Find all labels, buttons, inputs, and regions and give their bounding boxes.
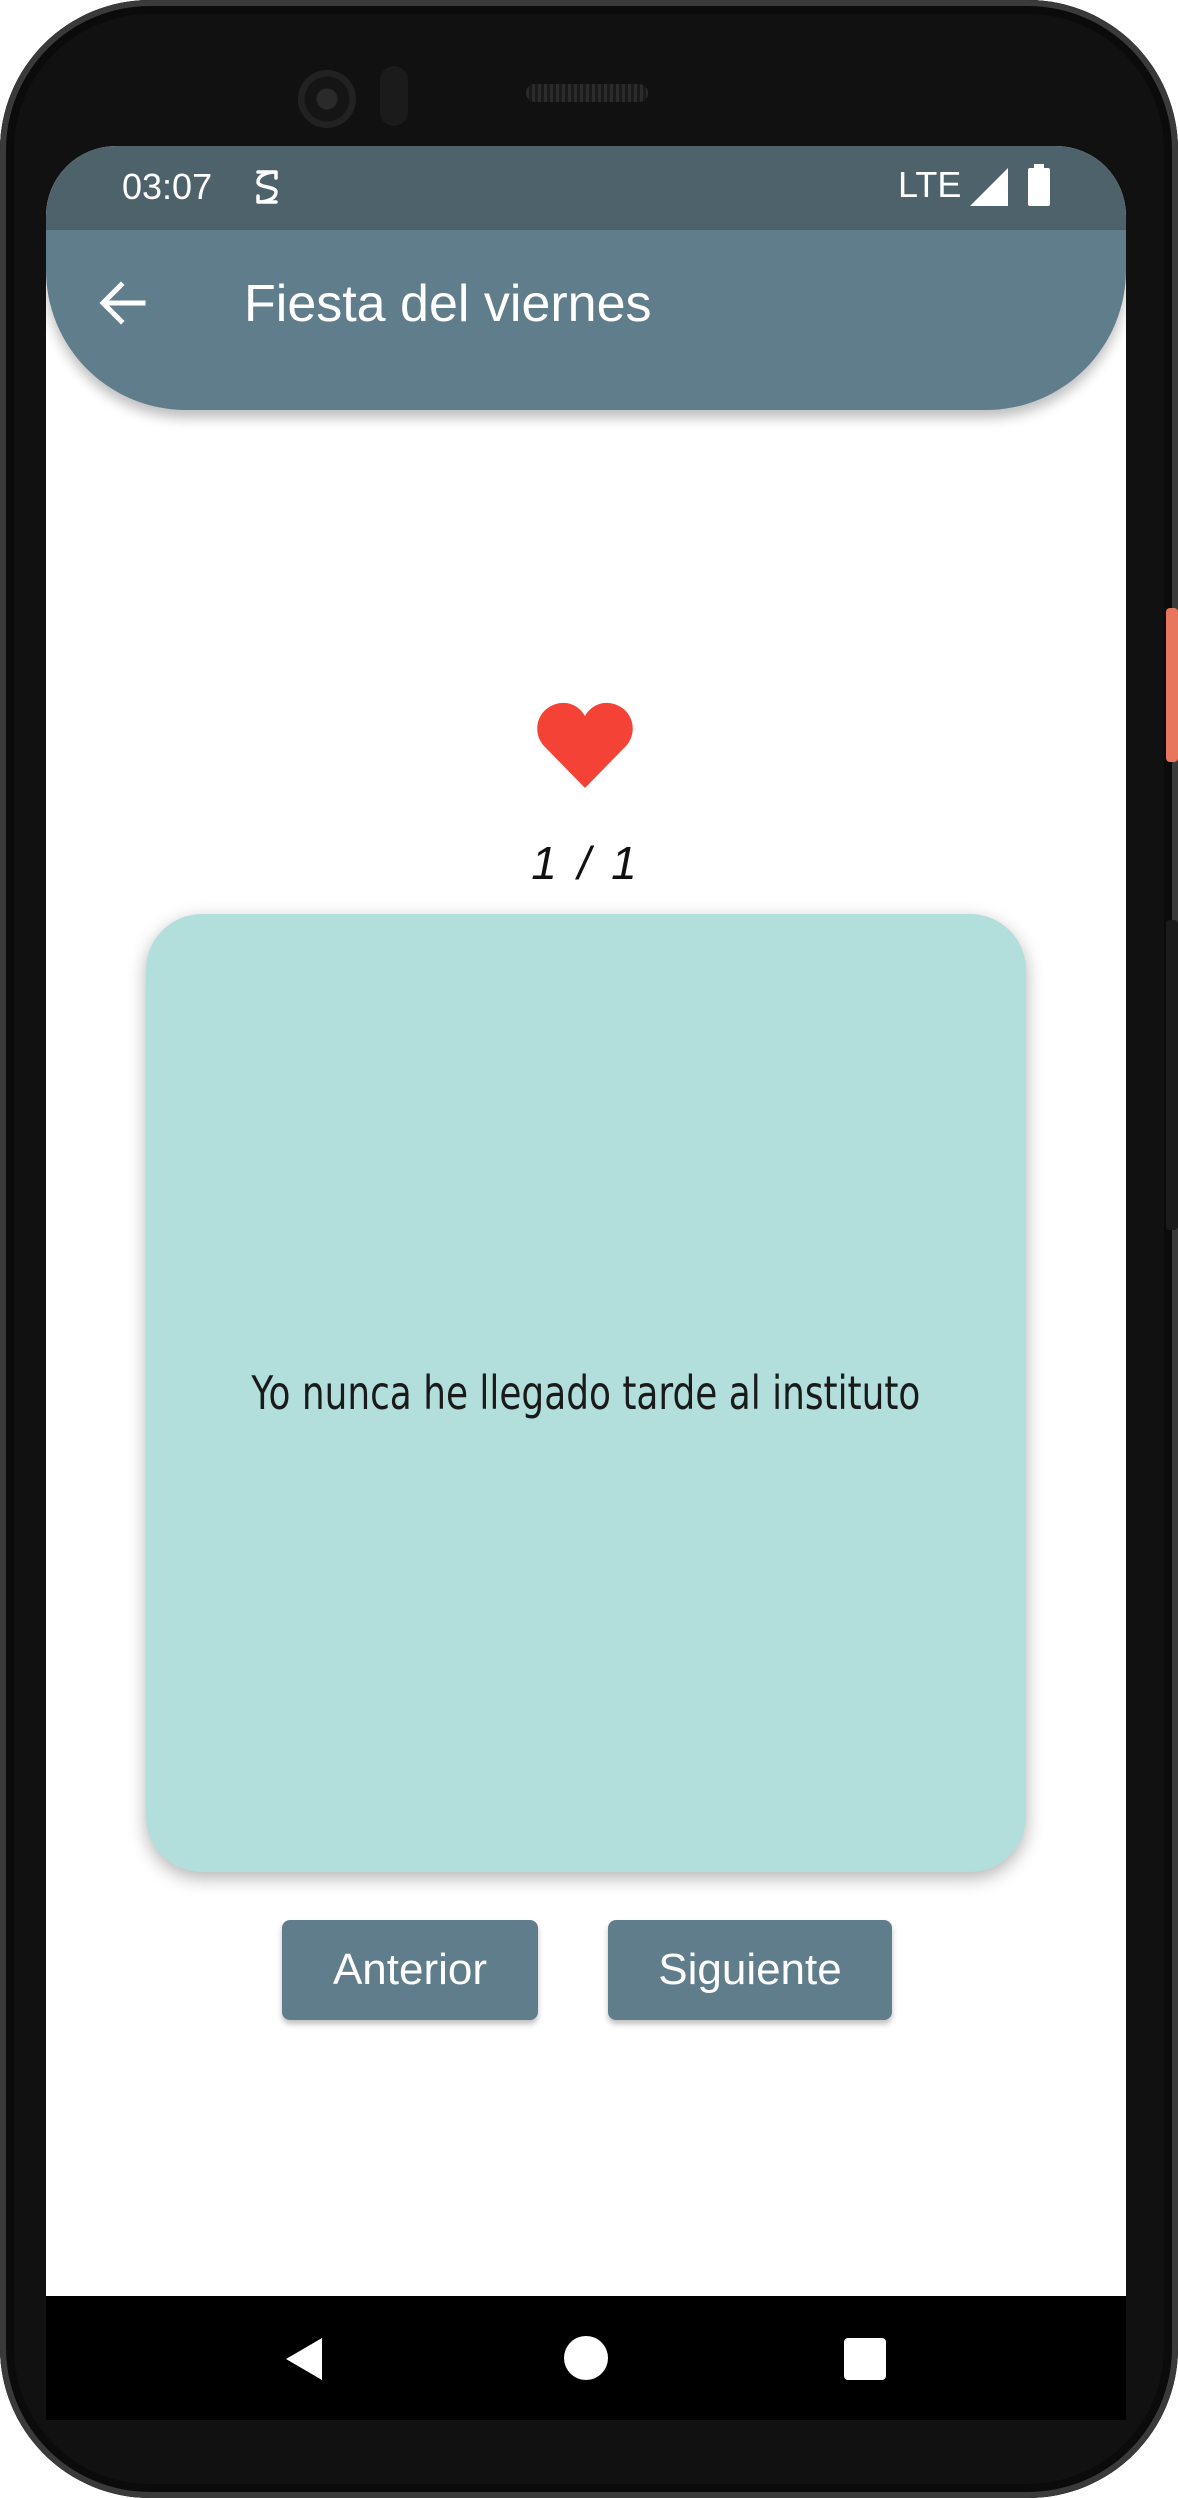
status-bar: 03:07 LTE [46,146,1126,230]
question-card: Yo nunca he llegado tarde al instituto [146,914,1026,1872]
arrow-back-icon [99,281,146,325]
question-text: Yo nunca he llegado tarde al instituto [251,1366,921,1420]
network-type: LTE [898,164,962,205]
phone-frame: 03:07 LTE Fiesta del viernes 1 / 1 Yo nu… [0,0,1178,2498]
screen: 03:07 LTE Fiesta del viernes 1 / 1 Yo nu… [46,146,1126,2420]
volume-button [1166,920,1178,1230]
previous-button[interactable]: Anterior [282,1920,538,2020]
nav-back-icon[interactable] [282,2336,328,2382]
heart-icon[interactable] [536,700,634,788]
power-button [1166,608,1178,762]
question-counter: 1 / 1 [531,837,641,889]
status-time: 03:07 [122,166,213,207]
earpiece-speaker [526,84,648,102]
proximity-sensor [380,66,408,126]
page-title: Fiesta del viernes [244,275,652,333]
top-bezel [0,0,1178,160]
navigation-bar [46,2296,1126,2420]
nav-home-icon[interactable] [564,2336,608,2380]
app-bar: Fiesta del viernes [46,230,1126,410]
back-button[interactable] [88,268,158,338]
battery-icon [1028,164,1050,206]
next-button[interactable]: Siguiente [608,1920,892,2020]
front-camera [298,70,356,128]
signal-icon [970,168,1008,206]
nav-recents-icon[interactable] [844,2338,886,2380]
sim-icon [256,170,278,204]
